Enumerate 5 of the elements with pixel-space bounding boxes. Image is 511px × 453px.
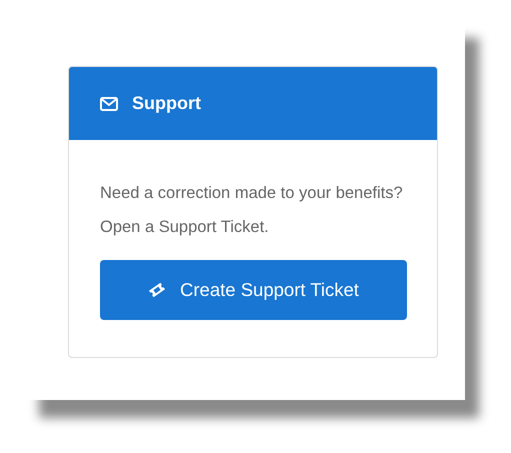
envelope-icon <box>100 96 118 110</box>
ticket-icon <box>148 282 166 298</box>
create-ticket-button[interactable]: Create Support Ticket <box>100 260 407 320</box>
card-text: Need a correction made to your benefits? Open a Support Ticket. <box>100 183 404 238</box>
card-title: Support <box>132 93 201 114</box>
